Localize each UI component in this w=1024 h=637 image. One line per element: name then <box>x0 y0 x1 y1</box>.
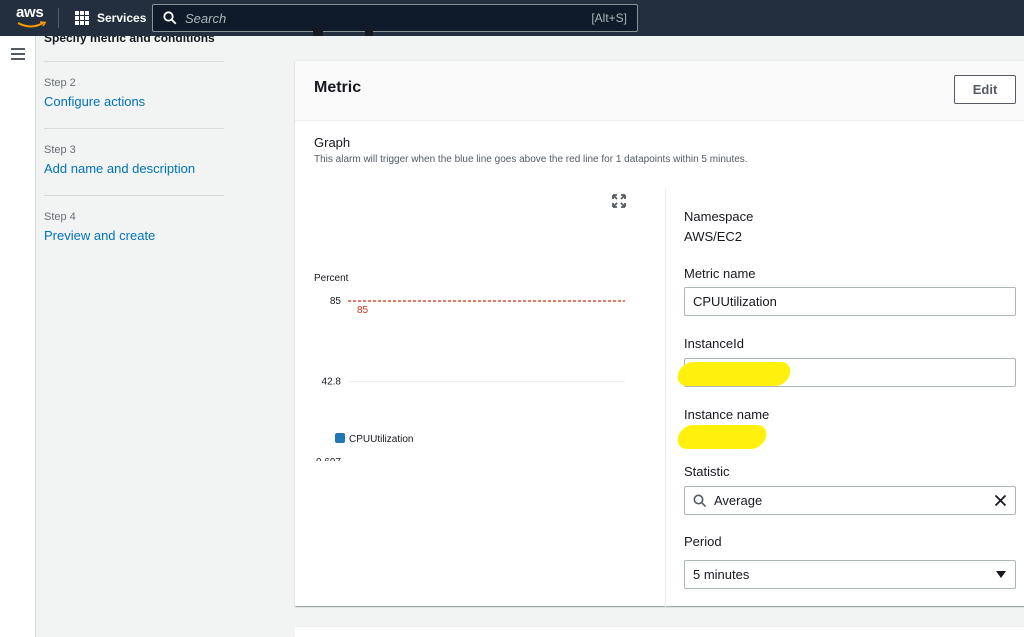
top-navigation: aws Services Search [Alt+S] <box>0 0 1024 36</box>
metric-chart: Percent 8542.80.69709:3010:3011:30 85 CP… <box>314 273 625 461</box>
threshold-label: 85 <box>357 305 369 316</box>
aws-logo-text: aws <box>16 4 44 21</box>
legend-label: CPUUtilization <box>349 434 413 445</box>
caret-down-icon <box>996 571 1006 578</box>
metric-name-label: Metric name <box>684 266 756 281</box>
namespace-value: AWS/EC2 <box>684 229 743 244</box>
wizard-step-4: Step 4 Preview and create <box>44 196 224 263</box>
search-placeholder: Search <box>185 11 227 26</box>
statistic-select[interactable]: Average <box>684 486 1016 515</box>
y-tick-label: 0.697 <box>316 457 341 461</box>
period-value: 5 minutes <box>693 567 750 582</box>
graph-label: Graph <box>314 135 351 150</box>
step-link-preview[interactable]: Preview and create <box>44 228 155 243</box>
panel-title: Metric <box>314 79 362 96</box>
period-select[interactable]: 5 minutes <box>684 560 1016 589</box>
side-navigation-strip <box>0 36 36 637</box>
step-link-add-name[interactable]: Add name and description <box>44 161 195 176</box>
page-title-cropped <box>313 24 393 38</box>
nav-separator <box>58 8 59 28</box>
step-link-configure-actions[interactable]: Configure actions <box>44 94 145 109</box>
legend-swatch <box>335 433 345 443</box>
wizard-step-2: Step 2 Configure actions <box>44 62 224 129</box>
next-panel-edge <box>295 626 1024 637</box>
redaction-mark <box>675 362 793 386</box>
edit-button[interactable]: Edit <box>954 75 1016 104</box>
search-icon <box>693 494 707 508</box>
wizard-step-3: Step 3 Add name and description <box>44 129 224 196</box>
namespace-label: Namespace <box>684 209 754 224</box>
redaction-mark <box>675 425 769 449</box>
wizard-step-1: Specify metric and conditions <box>44 36 224 62</box>
statistic-label: Statistic <box>684 464 730 479</box>
step-1-title: Specify metric and conditions <box>44 36 215 45</box>
services-grid-icon <box>75 11 89 25</box>
panel-divider <box>665 188 666 607</box>
instance-id-label: InstanceId <box>684 336 744 351</box>
services-label: Services <box>97 11 147 25</box>
instance-name-label: Instance name <box>684 407 770 422</box>
step-number: Step 2 <box>44 77 76 89</box>
period-label: Period <box>684 534 722 549</box>
y-tick-label: 85 <box>330 296 342 307</box>
hamburger-icon[interactable] <box>11 48 25 63</box>
services-menu-button[interactable]: Services <box>75 9 146 27</box>
y-axis-label: Percent <box>314 273 349 284</box>
metric-panel: Metric Edit Graph This alarm will trigge… <box>295 60 1024 607</box>
clear-icon[interactable] <box>994 494 1007 507</box>
step-number: Step 4 <box>44 211 76 223</box>
legend: CPUUtilization <box>335 433 413 445</box>
search-input[interactable]: Search [Alt+S] <box>152 4 638 32</box>
metric-name-field[interactable]: CPUUtilization <box>684 287 1016 316</box>
aws-logo-icon[interactable]: aws <box>16 4 47 30</box>
search-icon <box>163 11 177 25</box>
y-tick-label: 42.8 <box>322 377 342 388</box>
aws-smile-icon <box>17 21 47 28</box>
panel-header: Metric Edit <box>295 61 1024 121</box>
statistic-value: Average <box>714 493 763 508</box>
step-number: Step 3 <box>44 144 76 156</box>
graph-description: This alarm will trigger when the blue li… <box>314 154 748 165</box>
search-shortcut: [Alt+S] <box>591 11 627 25</box>
wizard-steps: Specify metric and conditions Step 2 Con… <box>44 36 224 263</box>
